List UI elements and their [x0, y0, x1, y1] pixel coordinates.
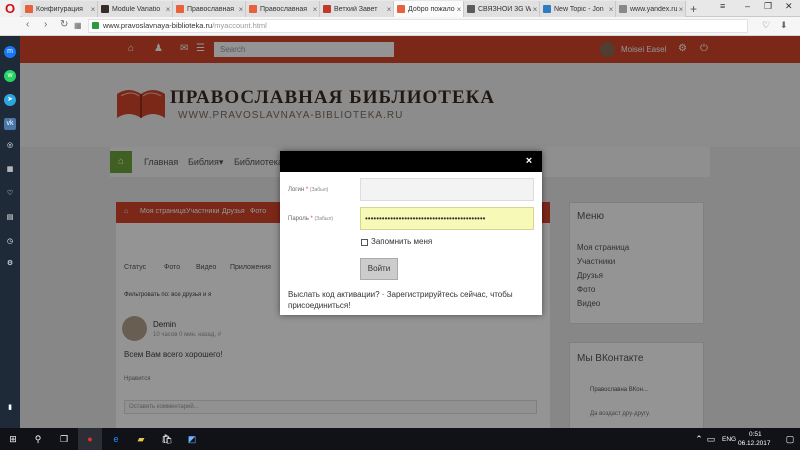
forgot-login-link[interactable]: (Забыл) — [310, 187, 329, 193]
heart-icon[interactable]: ♡ — [4, 188, 16, 200]
tab-close-icon[interactable]: × — [237, 5, 245, 14]
url-host: www.pravoslavnaya-biblioteka.ru — [103, 21, 213, 30]
login-label-text: Логин — [288, 187, 305, 193]
address-field[interactable]: www.pravoslavnaya-biblioteka.ru/myaccoun… — [88, 19, 748, 33]
opera-menu-button[interactable]: O — [0, 0, 20, 17]
tab-title: Православная — [187, 5, 235, 13]
news-icon[interactable]: ▤ — [4, 212, 16, 224]
reload-icon[interactable]: ↻ — [60, 19, 68, 30]
password-label: Пароль * (Забыл) — [288, 216, 333, 222]
tab-title: Ветхий Завет — [334, 5, 378, 13]
activation-register-text[interactable]: Выслать код активации? · Зарегистрируйте… — [288, 289, 528, 311]
tab-title: www.yandex.ru — [630, 5, 677, 13]
store-icon[interactable]: 🛍 — [160, 432, 174, 446]
edge-icon[interactable]: e — [109, 432, 123, 446]
login-label: Логин * (Забыл) — [288, 187, 328, 193]
site-favicon-icon — [543, 5, 551, 13]
speed-dial-icon[interactable]: ▦ — [4, 164, 16, 176]
tab-7[interactable]: СВЯЗНОЙ 3G Wi × — [464, 1, 540, 17]
clock-date[interactable]: 06.12.2017 — [738, 440, 771, 447]
tab-4[interactable]: Православная × — [246, 1, 320, 17]
back-icon[interactable]: ‹ — [26, 19, 29, 30]
tab-close-icon[interactable]: × — [311, 5, 319, 14]
whatsapp-icon[interactable]: w — [4, 70, 16, 82]
windows-start-icon[interactable]: ⊞ — [6, 432, 20, 446]
required-icon: * — [310, 216, 313, 222]
tab-title: Православная — [260, 5, 308, 13]
minimize-icon[interactable]: – — [745, 1, 750, 11]
file-explorer-icon[interactable]: ▰ — [134, 432, 148, 446]
tab-title: New Topic - Jon — [554, 5, 604, 13]
taskbar-opera-active[interactable]: ● — [78, 428, 102, 450]
tab-1[interactable]: Конфигурация × — [22, 1, 98, 17]
site-favicon-icon — [397, 5, 405, 13]
windows-taskbar: ⊞ ⚲ ❐ ● e ▰ 🛍 ◩ ⌃ ▭ ENG 0:51 06.12.2017 … — [0, 428, 800, 450]
password-input[interactable]: ••••••••••••••••••••••••••••••••••••••••… — [360, 207, 534, 230]
tab-title: Module Variatio — [112, 5, 161, 13]
search-icon[interactable]: ⚲ — [31, 432, 45, 446]
tab-close-icon[interactable]: × — [531, 5, 539, 14]
remember-me-checkbox[interactable] — [361, 239, 368, 246]
opera-logo-icon: O — [4, 1, 16, 16]
settings-gear-icon[interactable]: ⚙ — [4, 258, 16, 270]
tab-3[interactable]: Православная × — [173, 1, 246, 17]
tab-title: Добро пожалова — [408, 5, 455, 13]
tab-close-icon[interactable]: × — [455, 5, 463, 14]
site-favicon-icon — [25, 5, 33, 13]
tab-6-active[interactable]: Добро пожалова × — [394, 1, 464, 17]
speed-dial-icon[interactable]: ▦ — [74, 21, 82, 30]
messenger-icon[interactable]: m — [4, 46, 16, 58]
close-icon[interactable]: × — [523, 155, 535, 167]
login-modal: × Логин * (Забыл) Пароль * (Забыл) •••••… — [280, 151, 542, 315]
tab-title: Конфигурация — [36, 5, 83, 13]
bookmark-heart-icon[interactable]: ♡ — [762, 20, 770, 31]
required-icon: * — [305, 187, 309, 193]
new-tab-button[interactable]: + — [690, 2, 697, 16]
address-toolbar: ‹ › ↻ ▦ www.pravoslavnaya-biblioteka.ru/… — [0, 17, 800, 36]
modal-header: × — [280, 151, 542, 172]
network-icon[interactable]: ▭ — [704, 432, 718, 446]
tab-close-icon[interactable]: × — [164, 5, 172, 14]
remember-me-label[interactable]: Запомнить меня — [371, 237, 432, 246]
site-favicon-icon — [249, 5, 257, 13]
tab-5[interactable]: Ветхий Завет × — [320, 1, 394, 17]
password-label-text: Пароль — [288, 216, 309, 222]
telegram-icon[interactable]: ➤ — [4, 94, 16, 106]
tab-8[interactable]: New Topic - Jon × — [540, 1, 616, 17]
clock-time[interactable]: 0:51 — [749, 431, 762, 438]
opera-app-icon: ● — [87, 434, 93, 444]
tab-close-icon[interactable]: × — [607, 5, 615, 14]
site-favicon-icon — [619, 5, 627, 13]
url-path: /myaccount.html — [212, 21, 267, 30]
maximize-icon[interactable]: ❐ — [764, 1, 772, 12]
forward-icon[interactable]: › — [44, 19, 47, 30]
tab-close-icon[interactable]: × — [89, 5, 97, 14]
camera-icon[interactable]: ◎ — [4, 140, 16, 152]
tab-close-icon[interactable]: × — [677, 5, 685, 14]
tab-close-icon[interactable]: × — [385, 5, 393, 14]
download-icon[interactable]: ⬇ — [780, 20, 788, 31]
login-input[interactable] — [360, 178, 534, 201]
browser-tab-bar: O Конфигурация × Module Variatio × Право… — [0, 0, 800, 17]
tab-2[interactable]: Module Variatio × — [98, 1, 173, 17]
language-indicator[interactable]: ENG — [722, 436, 736, 443]
site-favicon-icon — [467, 5, 475, 13]
secure-lock-icon — [92, 22, 99, 29]
site-favicon-icon — [176, 5, 184, 13]
history-icon[interactable]: ◷ — [4, 236, 16, 248]
task-view-icon[interactable]: ❐ — [57, 432, 71, 446]
app-icon[interactable]: ◩ — [185, 432, 199, 446]
tab-menu-icon[interactable]: ≡ — [720, 1, 725, 11]
tab-9[interactable]: www.yandex.ru × — [616, 1, 686, 17]
opera-sidebar: m w ➤ vk ◎ ▦ ♡ ▤ ◷ ⚙ ▮ — [0, 36, 20, 428]
close-window-icon[interactable]: ✕ — [785, 1, 793, 12]
vk-icon[interactable]: vk — [4, 118, 16, 130]
tab-title: СВЯЗНОЙ 3G Wi — [478, 5, 531, 13]
notifications-icon[interactable]: ▢ — [783, 432, 797, 446]
login-button[interactable]: Войти — [360, 258, 398, 280]
site-favicon-icon — [101, 5, 109, 13]
sidebar-toggle-icon[interactable]: ▮ — [4, 402, 16, 414]
site-favicon-icon — [323, 5, 331, 13]
forgot-password-link[interactable]: (Забыл) — [315, 216, 334, 222]
